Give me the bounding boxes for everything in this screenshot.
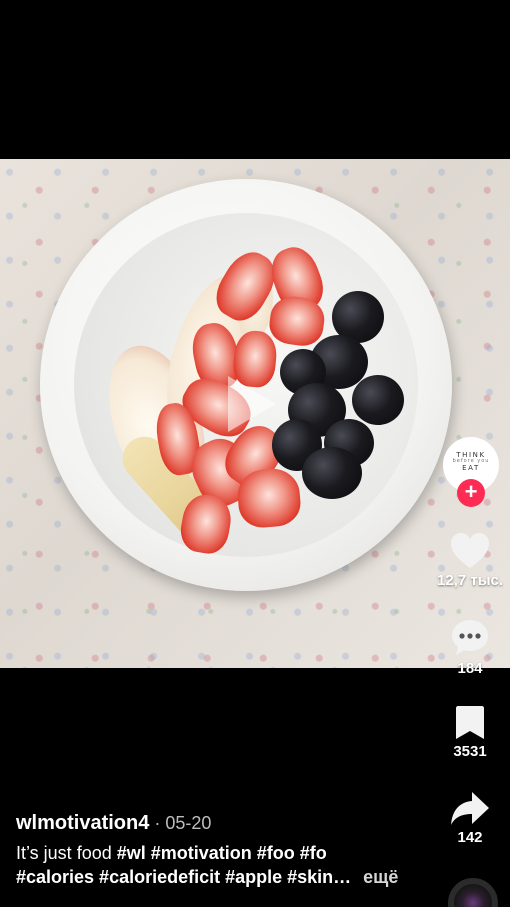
description-line2: #calories #caloriedeficit #apple #skin… е… <box>16 865 436 889</box>
post-date: 05-20 <box>165 813 212 833</box>
hashtags-line1[interactable]: #wl #motivation #foo #fo <box>117 843 327 863</box>
bookmark-icon <box>456 706 484 739</box>
share-arrow-icon <box>451 792 489 825</box>
like-button[interactable]: 12,7 тыс. <box>430 532 510 589</box>
date-separator: · <box>149 813 166 833</box>
save-count: 3531 <box>453 743 487 760</box>
description-text: It’s just food <box>16 843 112 863</box>
post-caption: wlmotivation4 · 05-20 It’s just food #wl… <box>16 812 436 889</box>
strawberry-slice <box>235 466 303 530</box>
heart-icon <box>451 533 489 568</box>
music-disc-icon[interactable] <box>448 878 498 907</box>
share-count: 142 <box>457 829 483 846</box>
play-icon[interactable] <box>228 376 276 432</box>
more-button[interactable]: ещё <box>363 867 398 887</box>
comment-button[interactable]: 184 <box>430 618 510 677</box>
blackberry <box>302 447 362 499</box>
blackberry <box>352 375 404 425</box>
author-name[interactable]: wlmotivation4 <box>16 812 149 834</box>
description-line1: It’s just food #wl #motivation #foo #fo <box>16 841 436 865</box>
comment-count: 184 <box>457 660 483 677</box>
share-button[interactable]: 142 <box>430 791 510 846</box>
comment-icon <box>452 620 488 655</box>
avatar-text-line3: EAT <box>462 463 480 472</box>
video-player[interactable] <box>0 159 510 668</box>
follow-button[interactable]: + <box>457 479 485 507</box>
save-button[interactable]: 3531 <box>430 705 510 760</box>
like-count: 12,7 тыс. <box>436 572 504 589</box>
hashtags-line2[interactable]: #calories #caloriedeficit #apple #skin… <box>16 867 351 887</box>
